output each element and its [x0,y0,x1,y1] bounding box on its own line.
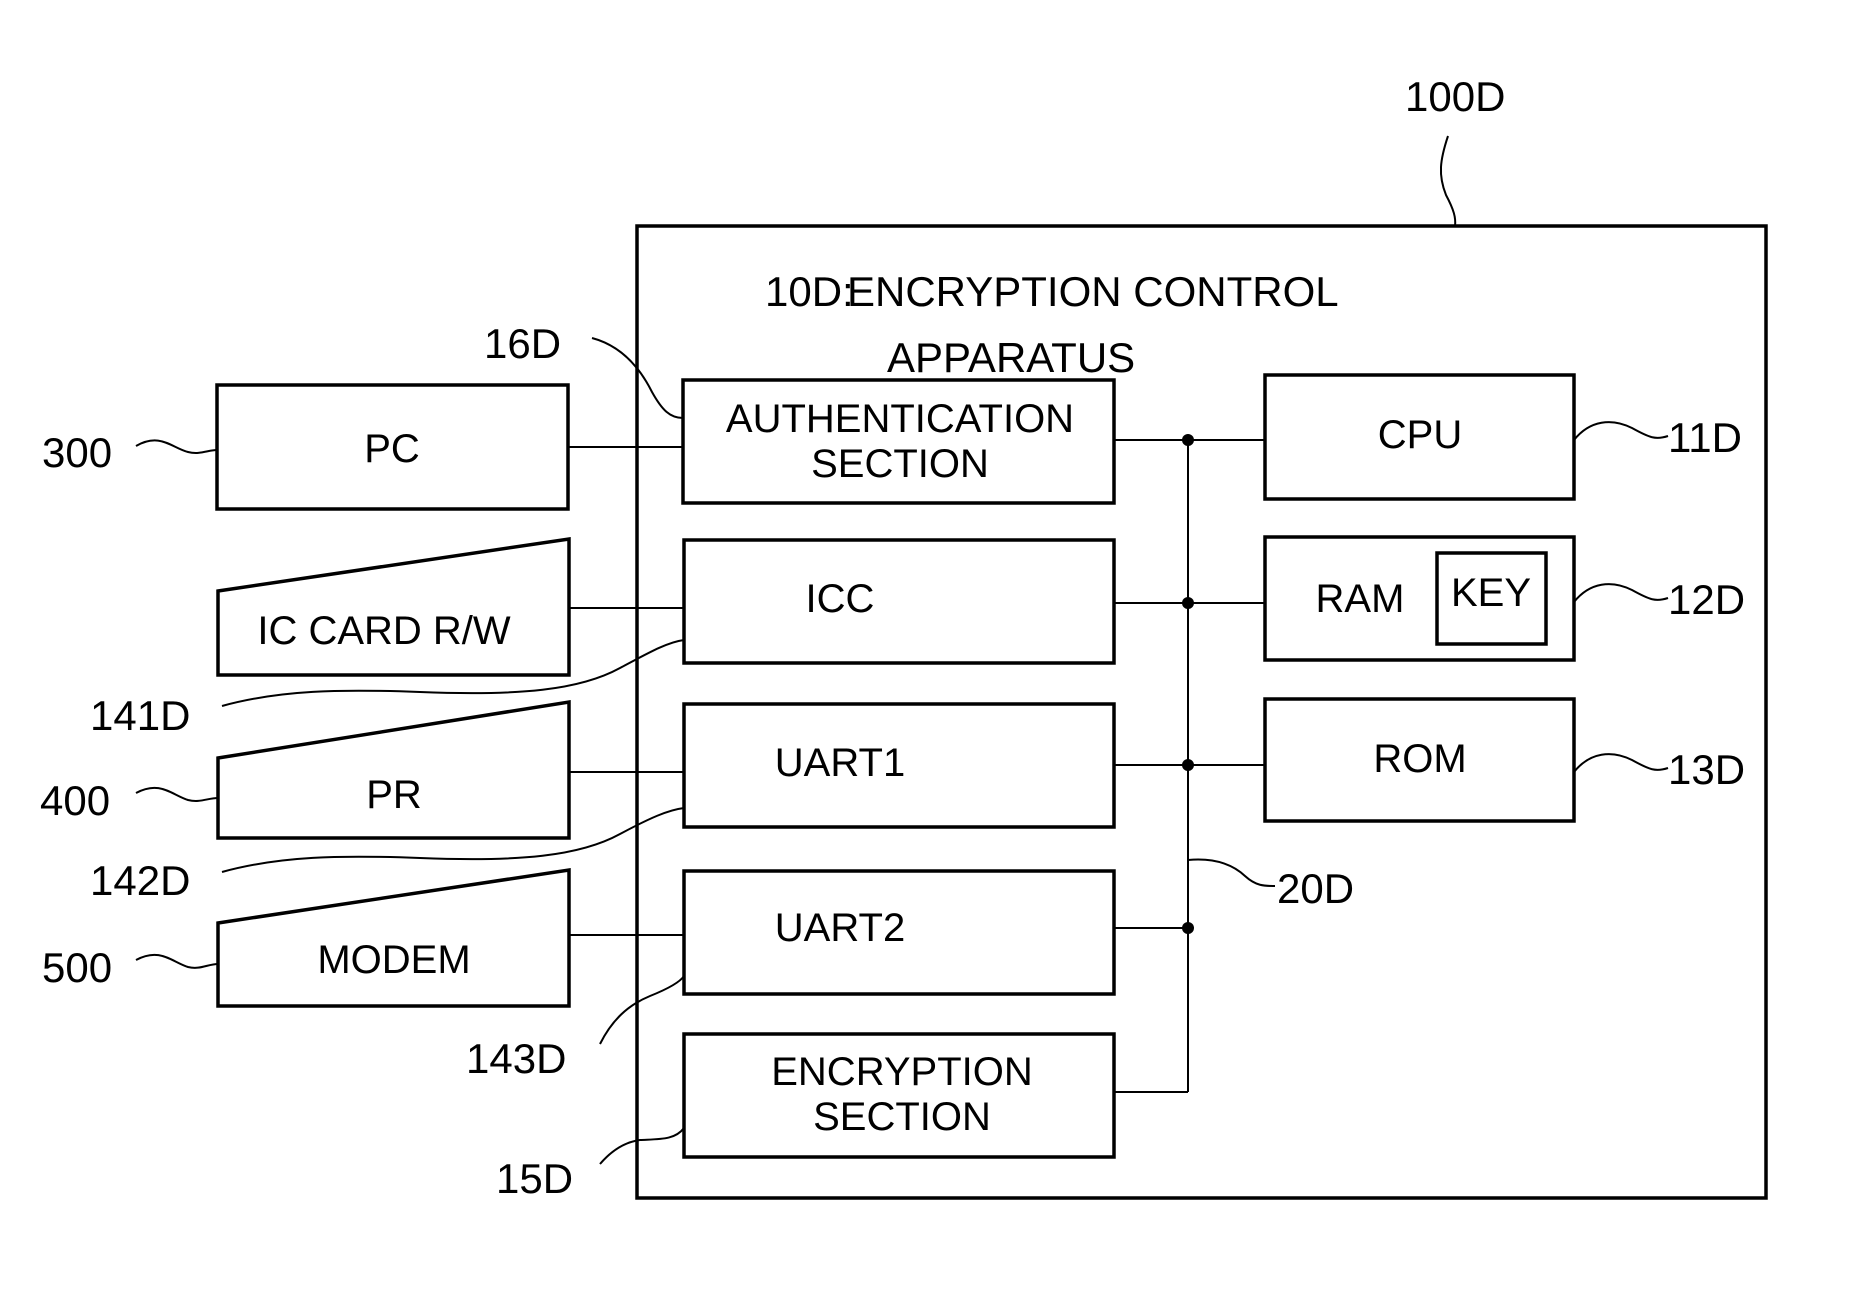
ref-label-142d: 142D [90,857,190,904]
apparatus-title-line1: ENCRYPTION CONTROL [847,268,1339,315]
ram-block: RAM KEY [1263,535,1576,662]
rom-label: ROM [1373,737,1466,781]
encryption-section-line1: ENCRYPTION [771,1050,1033,1094]
ref-label-11d: 11D [1668,414,1742,461]
pr-label: PR [366,773,422,817]
modem-label: MODEM [317,938,470,982]
block-diagram: 100D 10D: ENCRYPTION CONTROL APPARATUS P… [40,73,1768,1202]
ram-label: RAM [1316,577,1405,621]
encryption-section: ENCRYPTION SECTION [682,1032,1116,1159]
apparatus-title-line2: APPARATUS [887,334,1135,381]
ref-label-15d: 15D [496,1155,573,1202]
cpu-label: CPU [1378,413,1462,457]
uart2-label: UART2 [775,906,905,950]
authentication-section-line2: SECTION [811,442,989,486]
leader-500 [135,953,219,969]
cpu-block: CPU [1263,373,1576,501]
pc-label: PC [364,427,420,471]
ref-label-400: 400 [40,777,110,824]
bus-junction-2 [1182,597,1194,609]
leader-100d [1440,135,1457,227]
ref-label-500: 500 [42,944,112,991]
pr-device: PR [216,699,571,840]
ref-label-13d: 13D [1668,746,1745,793]
uart1-label: UART1 [775,741,905,785]
bus-junction-1 [1182,434,1194,446]
ref-label-16d: 16D [484,320,561,367]
ref-label-20d: 20D [1277,865,1354,912]
pc-device: PC [215,383,570,511]
ref-label-100d: 100D [1405,73,1505,120]
ic-card-rw-label: IC CARD R/W [257,609,511,653]
uart2-block: UART2 [682,869,1116,996]
icc-block: ICC [682,538,1116,665]
ref-label-143d: 143D [466,1035,566,1082]
leader-300 [135,439,218,454]
bus-junction-3 [1182,759,1194,771]
ref-label-141d: 141D [90,692,190,739]
authentication-section: AUTHENTICATION SECTION [681,378,1116,505]
uart1-block: UART1 [682,702,1116,829]
key-label: KEY [1451,571,1531,615]
bus-junction-4 [1182,922,1194,934]
modem-device: MODEM [216,867,571,1008]
ref-label-300: 300 [42,429,112,476]
icc-label: ICC [806,577,875,621]
ic-card-rw-device: IC CARD R/W [216,536,571,677]
ref-label-12d: 12D [1668,576,1745,623]
authentication-section-line1: AUTHENTICATION [726,397,1074,441]
rom-block: ROM [1263,697,1576,823]
encryption-section-line2: SECTION [813,1095,991,1139]
apparatus-ref-label: 10D: [765,268,854,315]
leader-400 [135,786,219,802]
